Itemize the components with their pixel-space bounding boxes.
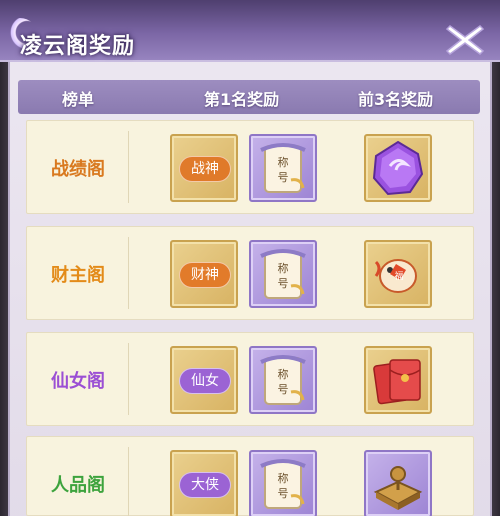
row-label: 人品阁 <box>51 475 105 496</box>
scroll-icon: 称 号 <box>260 143 306 193</box>
purple-gem-icon <box>372 140 424 196</box>
stone-tablet-reward[interactable] <box>364 450 432 516</box>
title-bar: 凌云阁奖励 <box>0 0 500 62</box>
red-envelope-reward[interactable] <box>364 346 432 414</box>
title-badge-reward[interactable]: 财神 <box>170 240 238 308</box>
scroll-icon: 称 号 <box>260 355 306 405</box>
fortune-fish-reward[interactable]: 福 <box>364 240 432 308</box>
scroll-text-bottom: 号 <box>278 487 289 500</box>
ranking-row-caizhu: 财主阁 财神 称 号 福 <box>26 226 474 320</box>
header-ranking: 榜单 <box>62 90 95 109</box>
title-badge: 战神 <box>179 156 231 182</box>
ranking-row-zhanji: 战绩阁 战神 称 号 <box>26 120 474 214</box>
ranking-row-renpin: 人品阁 大侠 称 号 <box>26 436 474 516</box>
table-header: 榜单 第1名奖励 前3名奖励 <box>18 80 480 114</box>
row-divider <box>128 343 129 415</box>
row-label: 财主阁 <box>51 265 105 286</box>
title-badge: 仙女 <box>179 368 231 394</box>
title-badge-reward[interactable]: 战神 <box>170 134 238 202</box>
title-scroll-reward[interactable]: 称 号 <box>249 450 317 516</box>
title-badge: 大侠 <box>179 472 231 498</box>
row-divider <box>128 131 129 203</box>
scroll-icon: 称 号 <box>260 249 306 299</box>
stone-tablet-icon <box>373 466 423 510</box>
purple-gem-reward[interactable] <box>364 134 432 202</box>
header-top-three-reward: 前3名奖励 <box>358 90 434 109</box>
title-scroll-reward[interactable]: 称 号 <box>249 346 317 414</box>
header-first-place-reward: 第1名奖励 <box>204 90 280 109</box>
row-label: 仙女阁 <box>51 371 105 392</box>
scroll-text-top: 称 <box>278 367 289 381</box>
ranking-row-xiannv: 仙女阁 仙女 称 号 <box>26 332 474 426</box>
row-divider <box>128 447 129 516</box>
title-badge-reward[interactable]: 大侠 <box>170 450 238 516</box>
title-badge-reward[interactable]: 仙女 <box>170 346 238 414</box>
close-button[interactable] <box>444 22 486 58</box>
row-label: 战绩阁 <box>51 159 105 180</box>
title-badge: 财神 <box>179 262 231 288</box>
scroll-text-top: 称 <box>278 261 289 275</box>
row-divider <box>128 237 129 309</box>
scroll-text-top: 称 <box>278 471 289 485</box>
fish-seal-text: 福 <box>394 270 403 282</box>
title-scroll-reward[interactable]: 称 号 <box>249 134 317 202</box>
scroll-text-top: 称 <box>278 155 289 169</box>
fortune-fish-icon: 福 <box>374 259 417 293</box>
scroll-text-bottom: 号 <box>278 383 289 396</box>
title-scroll-reward[interactable]: 称 号 <box>249 240 317 308</box>
window-title: 凌云阁奖励 <box>20 34 136 59</box>
scroll-text-bottom: 号 <box>278 171 289 184</box>
red-envelope-icon <box>373 359 421 405</box>
close-icon <box>445 25 485 55</box>
scroll-text-bottom: 号 <box>278 277 289 290</box>
scroll-icon: 称 号 <box>260 459 306 509</box>
